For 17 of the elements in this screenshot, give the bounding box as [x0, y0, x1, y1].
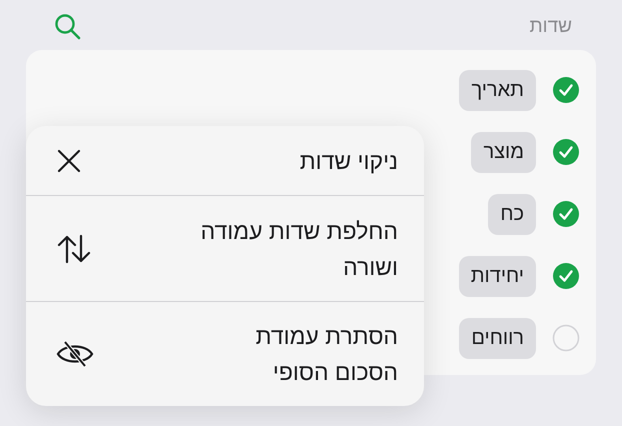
field-chip[interactable]: תאריך [459, 70, 536, 110]
field-chip[interactable]: רווחים [459, 318, 536, 358]
menu-item[interactable]: הסתרת עמודת הסכום הסופי [26, 302, 424, 406]
menu-item[interactable]: החלפת שדות עמודה ושורה [26, 196, 424, 302]
checked-circle-icon[interactable] [552, 200, 580, 228]
checked-circle-icon[interactable] [552, 76, 580, 104]
menu-item[interactable]: ניקוי שדות [26, 126, 424, 196]
close-icon [56, 148, 82, 174]
field-chip[interactable]: יחידות [458, 256, 536, 296]
section-title: שדות [530, 16, 572, 38]
field-chip[interactable]: כח [488, 194, 536, 234]
eye-slash-icon [56, 340, 94, 368]
checked-circle-icon[interactable] [552, 138, 580, 166]
field-chip[interactable]: מוצר [471, 132, 536, 172]
search-icon[interactable] [54, 13, 82, 41]
swap-arrows-icon [56, 234, 92, 264]
checked-circle-icon[interactable] [552, 262, 580, 290]
